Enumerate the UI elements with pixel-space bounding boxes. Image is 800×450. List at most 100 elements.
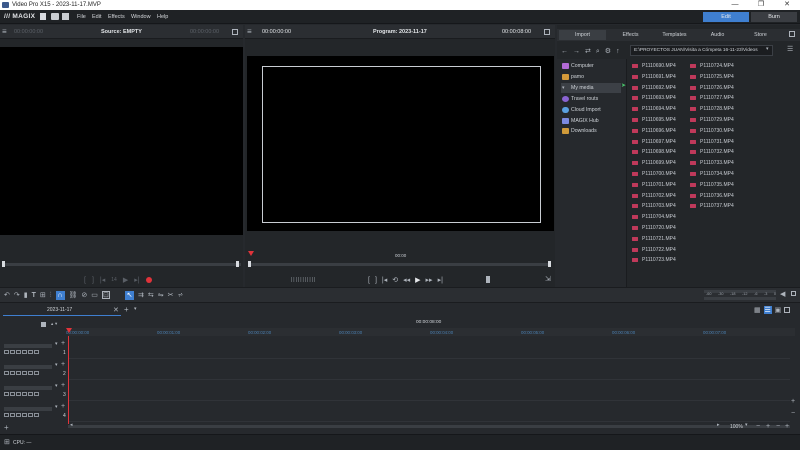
up-folder-icon[interactable]: ↑ [616, 48, 620, 55]
menu-effects[interactable]: Effects [108, 14, 125, 20]
track-name-field[interactable] [4, 386, 52, 390]
burn-mode-button[interactable]: Burn [751, 12, 797, 22]
media-file-item[interactable]: P1110725.MP4 [690, 72, 734, 82]
track-header[interactable]: ▾ +1 [0, 340, 68, 356]
track-menu-icon[interactable]: ▾ [55, 404, 58, 410]
stretch-mode-icon[interactable]: ⇋ [158, 292, 164, 299]
media-file-item[interactable]: P1110704.MP4 [632, 212, 676, 222]
track-expand-icon[interactable]: ▾ [55, 321, 57, 327]
track-zoom-in-icon[interactable]: + [791, 398, 795, 405]
media-file-item[interactable]: P1110737.MP4 [690, 201, 734, 211]
fast-forward-icon[interactable]: ▸▸ [426, 277, 433, 284]
program-scrubber[interactable] [248, 263, 551, 266]
group-icon[interactable]: ▭ [91, 292, 98, 299]
track-lock-icon[interactable] [41, 322, 46, 327]
track-fx-icon[interactable] [28, 371, 33, 375]
track-lock-icon[interactable] [16, 392, 21, 396]
track-menu-icon[interactable]: ▾ [55, 362, 58, 368]
timeline-view-icon[interactable]: ☰ [763, 306, 772, 314]
media-file-item[interactable]: P1110690.MP4 [632, 61, 676, 71]
maximize-panel-icon[interactable] [789, 31, 795, 37]
tree-item-my-media[interactable]: ▾ My media [561, 83, 621, 93]
menu-window[interactable]: Window [131, 14, 151, 20]
track-header[interactable]: ▾ +4 [0, 403, 68, 419]
minimize-button[interactable]: — [722, 0, 748, 10]
track-lock-icon[interactable] [16, 371, 21, 375]
tab-import[interactable]: Import [559, 30, 606, 40]
source-scrubber[interactable] [2, 263, 241, 266]
program-scrub-handle[interactable] [248, 261, 251, 267]
tab-audio[interactable]: Audio [694, 30, 741, 40]
media-file-item[interactable]: P1110721.MP4 [632, 234, 676, 244]
track-header[interactable]: ▾ +3 [0, 382, 68, 398]
timeline-tab[interactable]: 2023-11-17 ✕ [3, 305, 121, 316]
media-file-item[interactable]: P1110722.MP4 [632, 245, 676, 255]
track-mute-icon[interactable] [4, 392, 9, 396]
tree-item-travel-routs[interactable]: Travel routs [561, 94, 621, 104]
view-toggle-icon[interactable]: ⇄ [585, 48, 591, 55]
media-file-item[interactable]: P1110736.MP4 [690, 191, 734, 201]
track-add-icon[interactable]: + [61, 403, 65, 410]
add-track-icon[interactable]: + [4, 424, 9, 432]
magnet-snap-icon[interactable]: ∩ [55, 290, 65, 300]
mark-out-icon[interactable]: ] [375, 277, 377, 284]
track-name-field[interactable] [4, 407, 52, 411]
media-file-item[interactable]: P1110734.MP4 [690, 169, 734, 179]
scroll-left-icon[interactable]: ◂ [70, 423, 73, 428]
media-file-item[interactable]: P1110697.MP4 [632, 137, 676, 147]
track-fx-icon[interactable] [28, 413, 33, 417]
pointer-mode-icon[interactable]: ↖ [125, 290, 134, 300]
media-file-item[interactable]: P1110699.MP4 [632, 158, 676, 168]
program-out-handle[interactable] [548, 261, 551, 267]
media-file-item[interactable]: P1110727.MP4 [690, 93, 734, 103]
hamburger-menu-icon[interactable]: ≡ [2, 28, 7, 36]
media-file-item[interactable]: P1110693.MP4 [632, 93, 676, 103]
insert-icon[interactable]: ⊞ [40, 292, 46, 299]
track-add-icon[interactable]: + [61, 340, 65, 347]
zoom-fit-icon[interactable]: − [776, 423, 780, 430]
track-add-icon[interactable]: + [61, 361, 65, 368]
media-file-item[interactable]: P1110691.MP4 [632, 72, 676, 82]
link-icon[interactable]: ⛓ [69, 292, 78, 299]
zoom-dropdown-icon[interactable]: ▾ [745, 423, 748, 428]
track-visibility-icon[interactable] [22, 413, 27, 417]
razor-mode-icon[interactable]: ✂ [168, 292, 174, 299]
media-file-item[interactable]: P1110729.MP4 [690, 115, 734, 125]
media-file-item[interactable]: P1110700.MP4 [632, 169, 676, 179]
list-options-icon[interactable]: ☰ [787, 46, 793, 53]
media-file-item[interactable]: P1110701.MP4 [632, 180, 676, 190]
track-volume-icon[interactable] [34, 350, 39, 354]
go-to-start-icon[interactable]: |◂ [382, 277, 387, 284]
tree-item-computer[interactable]: Computer [561, 61, 621, 71]
playhead-marker[interactable] [66, 328, 72, 333]
mark-in-icon[interactable]: [ [84, 277, 86, 284]
zoom-out-icon[interactable]: − [756, 423, 760, 430]
ripple-mode-icon[interactable]: ⇉ [138, 292, 144, 299]
source-scrub-handle[interactable] [2, 261, 5, 267]
play-icon[interactable]: ▶ [415, 277, 420, 284]
track-mute-icon[interactable] [4, 371, 9, 375]
playhead-line[interactable] [68, 336, 69, 424]
media-file-item[interactable]: P1110720.MP4 [632, 223, 676, 233]
source-out-handle[interactable] [236, 261, 239, 267]
record-icon[interactable] [145, 277, 152, 283]
track-mute-icon[interactable] [4, 413, 9, 417]
maximize-monitor-icon[interactable] [544, 29, 550, 35]
maximize-monitor-icon[interactable] [232, 29, 238, 35]
cut-icon[interactable]: ⫶ [50, 292, 52, 299]
track-visibility-icon[interactable] [22, 350, 27, 354]
back-icon[interactable]: ← [561, 48, 568, 55]
text-tool-icon[interactable]: T [32, 292, 36, 299]
jog-dial-icon[interactable]: ||||||||||| [291, 277, 316, 283]
go-to-end-icon[interactable]: ▸| [438, 277, 443, 284]
media-file-item[interactable]: P1110732.MP4 [690, 147, 734, 157]
track-solo-icon[interactable] [10, 392, 15, 396]
maximize-timeline-icon[interactable] [784, 307, 791, 313]
media-file-item[interactable]: P1110692.MP4 [632, 83, 676, 93]
hamburger-menu-icon[interactable]: ≡ [247, 28, 252, 36]
menu-file[interactable]: File [77, 14, 86, 20]
track-lock-icon[interactable] [16, 413, 21, 417]
media-file-item[interactable]: P1110696.MP4 [632, 126, 676, 136]
storyboard-view-icon[interactable]: ▦ [754, 307, 761, 314]
track-zoom-out-icon[interactable]: − [791, 410, 795, 417]
